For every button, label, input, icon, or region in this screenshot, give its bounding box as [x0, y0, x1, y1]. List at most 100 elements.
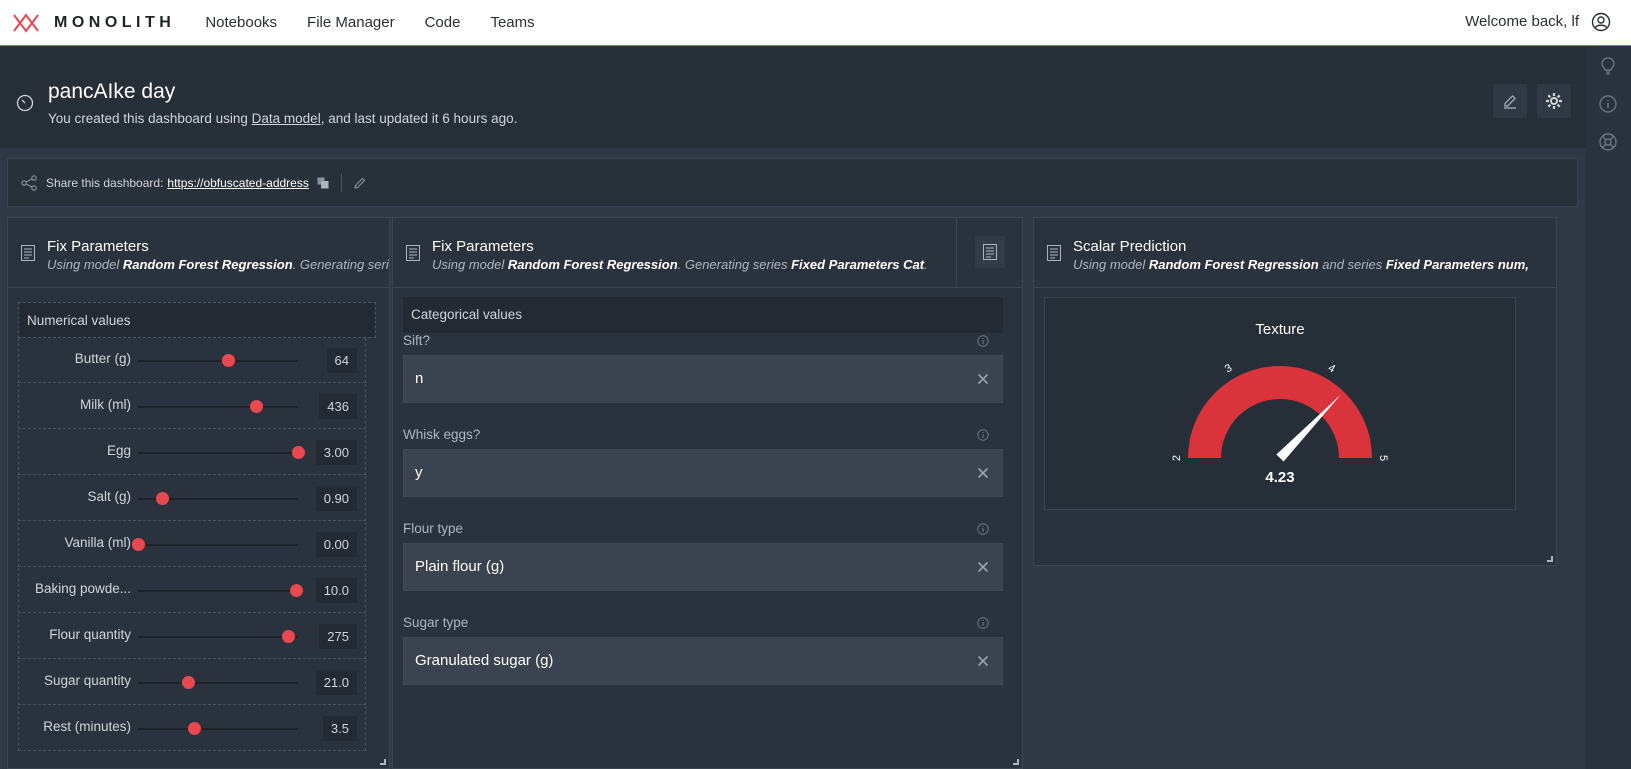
- edit-dashboard-button[interactable]: [1493, 84, 1527, 118]
- numerical-value-input[interactable]: 10.0: [315, 578, 357, 603]
- info-icon[interactable]: [977, 429, 989, 441]
- info-icon[interactable]: [1598, 94, 1618, 114]
- pencil-icon: [1504, 95, 1516, 109]
- numerical-row: Flour quantity 275: [18, 614, 366, 659]
- scalar-prediction-panel: Scalar Prediction Using model Random For…: [1033, 217, 1557, 566]
- numerical-row-label: Baking powde...: [34, 581, 131, 596]
- dashboard-icon: [16, 94, 34, 112]
- slider-track[interactable]: [138, 544, 298, 546]
- clear-icon[interactable]: [977, 373, 989, 385]
- slider-thumb[interactable]: [292, 446, 305, 459]
- subtitle-series-text: and series: [1318, 257, 1386, 272]
- panel-header: Fix Parameters Using model Random Forest…: [393, 218, 1022, 288]
- numerical-row: Baking powde... 10.0: [18, 568, 366, 613]
- numerical-row-label: Egg: [106, 443, 131, 458]
- numerical-value-input[interactable]: 64: [326, 348, 357, 373]
- user-account-icon[interactable]: [1591, 12, 1611, 32]
- dashboard-settings-button[interactable]: [1537, 84, 1571, 118]
- slider-thumb[interactable]: [250, 400, 264, 413]
- categorical-select[interactable]: y: [403, 449, 1003, 497]
- document-icon: [406, 245, 420, 261]
- panel-side-actions: [956, 218, 1022, 288]
- nav-code[interactable]: Code: [425, 14, 461, 31]
- numerical-value-input[interactable]: 275: [319, 624, 357, 649]
- model-name: Random Forest Regression: [507, 257, 678, 272]
- panel-resize-handle[interactable]: [1547, 556, 1553, 562]
- slider-track[interactable]: [138, 406, 298, 408]
- numerical-value-input[interactable]: 436: [319, 394, 357, 419]
- panel-header: Fix Parameters Using model Random Forest…: [8, 218, 389, 288]
- slider-thumb[interactable]: [221, 354, 235, 367]
- gauge-tick-label: 5: [1377, 455, 1389, 461]
- subtitle-text: You created this dashboard using: [48, 111, 252, 126]
- numerical-row-label: Salt (g): [87, 489, 131, 504]
- numerical-row: Butter (g) 64: [18, 338, 366, 383]
- right-sidebar: [1586, 46, 1631, 769]
- copy-icon[interactable]: [317, 177, 329, 189]
- numerical-value-input[interactable]: 3.00: [315, 440, 357, 465]
- share-link[interactable]: https://obfuscated-address: [167, 176, 308, 190]
- categorical-select[interactable]: Plain flour (g): [403, 543, 1003, 591]
- brand-logo[interactable]: MONOLITH: [12, 12, 175, 34]
- slider-track[interactable]: [138, 360, 298, 362]
- slider-track[interactable]: [138, 452, 298, 454]
- share-divider: [340, 173, 342, 192]
- clear-icon[interactable]: [977, 655, 989, 667]
- numerical-value-input[interactable]: 3.5: [322, 716, 357, 741]
- slider-thumb[interactable]: [282, 630, 296, 643]
- numerical-value-input[interactable]: 0.00: [315, 532, 357, 557]
- clear-icon[interactable]: [977, 467, 989, 479]
- nav-teams[interactable]: Teams: [490, 14, 534, 31]
- info-icon[interactable]: [977, 335, 989, 347]
- gauge-card: Texture 2 3 4 5 4.23: [1044, 297, 1516, 510]
- top-navbar: MONOLITH Notebooks File Manager Code Tea…: [0, 0, 1631, 46]
- subtitle-prefix: Using model: [1073, 257, 1149, 272]
- nav-file-manager[interactable]: File Manager: [307, 14, 395, 31]
- notes-icon: [983, 244, 997, 260]
- dashboard-subtitle: You created this dashboard using Data mo…: [48, 111, 517, 126]
- slider-thumb[interactable]: [156, 492, 169, 505]
- slider-thumb[interactable]: [188, 722, 201, 735]
- categorical-select[interactable]: Granulated sugar (g): [403, 637, 1003, 685]
- document-icon: [21, 245, 35, 261]
- support-icon[interactable]: [1598, 132, 1618, 152]
- subtitle-prefix: Using model: [432, 257, 508, 272]
- info-icon[interactable]: [977, 523, 989, 535]
- slider-track[interactable]: [138, 636, 298, 638]
- info-icon[interactable]: [977, 617, 989, 629]
- numerical-row-label: Milk (ml): [80, 397, 131, 412]
- slider-track[interactable]: [138, 590, 298, 592]
- panel-title: Fix Parameters: [47, 238, 149, 255]
- slider-track[interactable]: [138, 682, 298, 684]
- slider-thumb[interactable]: [290, 584, 304, 597]
- panel-resize-handle[interactable]: [380, 759, 386, 765]
- numerical-row: Rest (minutes) 3.5: [18, 706, 366, 751]
- nav-notebooks[interactable]: Notebooks: [205, 14, 277, 31]
- panel-notes-button[interactable]: [975, 236, 1005, 268]
- data-model-link[interactable]: Data model: [252, 111, 321, 126]
- texture-gauge: 2 3 4 5 4.23: [1171, 362, 1389, 486]
- slider-thumb[interactable]: [181, 676, 195, 689]
- categorical-parameters-panel: Fix Parameters Using model Random Forest…: [392, 217, 1023, 769]
- categorical-field-label: Flour type: [403, 521, 464, 536]
- numerical-value-input[interactable]: 21.0: [315, 670, 357, 695]
- subtitle-text-end: , and last updated it 6 hours ago.: [320, 111, 518, 126]
- gear-icon: [1546, 93, 1562, 109]
- edit-link-icon[interactable]: [354, 177, 366, 189]
- numerical-row-label: Rest (minutes): [43, 719, 131, 734]
- categorical-select[interactable]: n: [403, 355, 1003, 403]
- numerical-value-input[interactable]: 0.90: [315, 486, 357, 511]
- slider-thumb[interactable]: [132, 538, 145, 551]
- categorical-select-value: n: [415, 370, 424, 387]
- categorical-select-value: Granulated sugar (g): [415, 652, 554, 669]
- panel-subtitle: Using model Random Forest Regression and…: [1073, 257, 1529, 272]
- panel-resize-handle[interactable]: [1013, 759, 1019, 765]
- categorical-field-label: Sift?: [403, 333, 431, 348]
- gauge-tick-label: 4: [1326, 362, 1337, 375]
- numerical-row: Salt (g) 0.90: [18, 476, 366, 521]
- clear-icon[interactable]: [977, 561, 989, 573]
- panel-title: Scalar Prediction: [1073, 238, 1187, 255]
- welcome-text: Welcome back, lf: [1465, 13, 1579, 30]
- slider-track[interactable]: [138, 728, 298, 730]
- lightbulb-icon[interactable]: [1598, 56, 1618, 76]
